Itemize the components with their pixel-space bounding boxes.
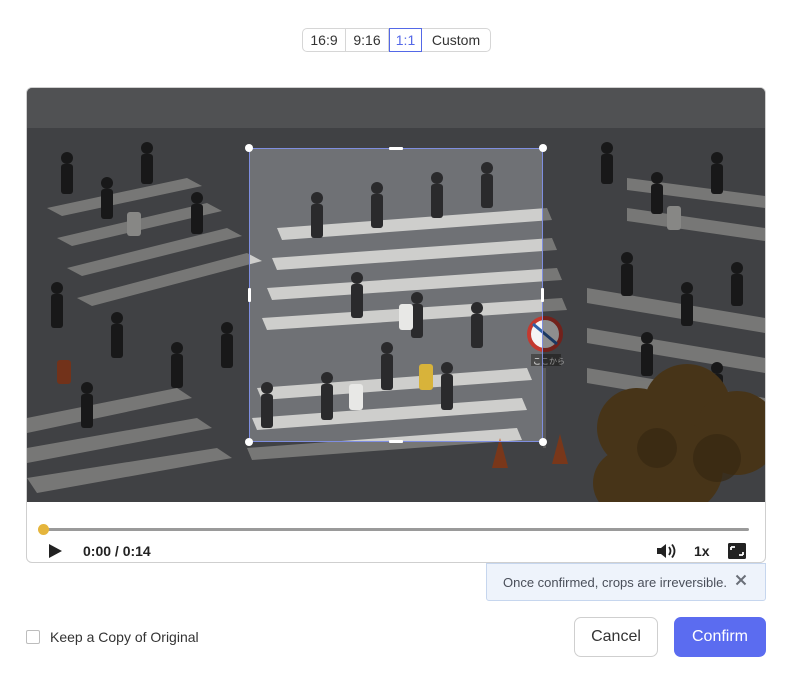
crop-handle-bottom[interactable] <box>389 440 403 443</box>
ratio-9-16-button[interactable]: 9:16 <box>346 29 389 51</box>
crop-handle-bottom-right[interactable] <box>539 438 547 446</box>
crop-handle-top[interactable] <box>389 147 403 150</box>
ratio-custom-button[interactable]: Custom <box>422 29 490 51</box>
video-player: ここから 0:00 / 0:14 1x <box>26 87 766 563</box>
cancel-button[interactable]: Cancel <box>574 617 658 657</box>
crop-handle-top-right[interactable] <box>539 144 547 152</box>
crop-handle-top-left[interactable] <box>245 144 253 152</box>
crop-shade-right <box>543 148 765 442</box>
crop-shade-left <box>27 148 249 442</box>
progress-track[interactable] <box>43 528 749 531</box>
crop-shade-bottom <box>27 442 765 502</box>
playback-speed-button[interactable]: 1x <box>694 543 710 559</box>
keep-copy-label[interactable]: Keep a Copy of Original <box>50 629 199 645</box>
crop-handle-left[interactable] <box>248 288 251 302</box>
aspect-ratio-selector: 16:9 9:16 1:1 Custom <box>302 28 491 52</box>
ratio-16-9-button[interactable]: 16:9 <box>303 29 346 51</box>
crop-shade-top <box>27 88 765 148</box>
confirm-button[interactable]: Confirm <box>674 617 766 657</box>
ratio-1-1-button[interactable]: 1:1 <box>389 28 422 52</box>
keep-copy-checkbox[interactable] <box>26 630 40 644</box>
keep-copy-option[interactable]: Keep a Copy of Original <box>26 629 199 645</box>
progress-thumb[interactable] <box>38 524 49 535</box>
video-frame: ここから <box>27 88 765 502</box>
crop-handle-right[interactable] <box>541 288 544 302</box>
crop-handle-bottom-left[interactable] <box>245 438 253 446</box>
time-display: 0:00 / 0:14 <box>83 543 151 559</box>
fullscreen-icon[interactable] <box>727 542 747 560</box>
notice-text: Once confirmed, crops are irreversible. <box>503 575 727 590</box>
volume-icon[interactable] <box>656 542 678 560</box>
irreversible-notice: Once confirmed, crops are irreversible. <box>486 563 766 601</box>
play-icon[interactable] <box>47 543 63 559</box>
close-icon[interactable] <box>735 574 747 586</box>
crop-selection-box[interactable] <box>245 144 547 446</box>
